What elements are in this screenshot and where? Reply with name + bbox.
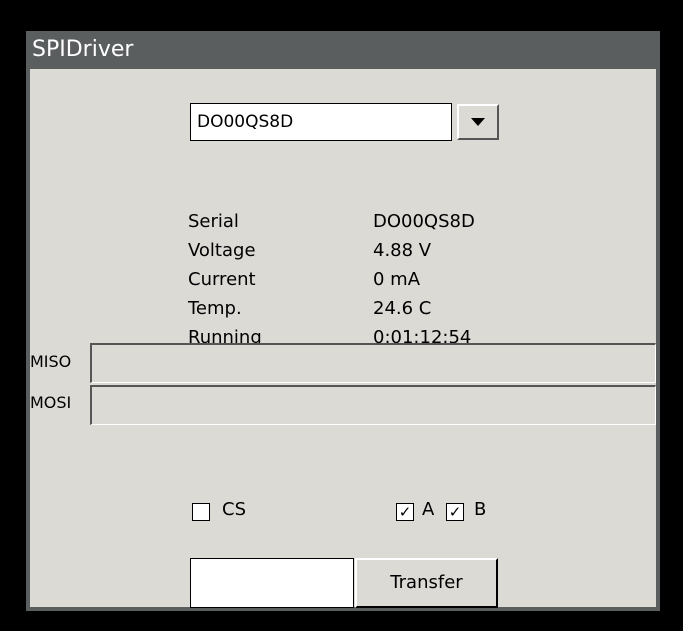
transfer-input[interactable] [190, 558, 354, 608]
transfer-button[interactable]: Transfer [355, 558, 498, 608]
voltage-value: 4.88 V [373, 240, 432, 261]
voltage-label: Voltage [188, 240, 256, 261]
window-titlebar[interactable]: SPIDriver [26, 31, 660, 69]
device-select-value[interactable]: DO00QS8D [190, 103, 452, 141]
a-checkbox[interactable]: ✓ [396, 503, 414, 521]
device-combobox[interactable]: DO00QS8D [190, 103, 500, 141]
cs-checkbox[interactable] [192, 503, 210, 521]
serial-value: DO00QS8D [373, 211, 475, 232]
b-label: B [474, 499, 487, 520]
triangle-down-icon [471, 118, 485, 126]
info-labels: Serial Voltage Current Temp. Running [188, 207, 262, 352]
window-client-area: DO00QS8D Serial Voltage Current Temp. Ru… [30, 69, 656, 608]
mosi-field[interactable] [90, 385, 656, 425]
info-values: DO00QS8D 4.88 V 0 mA 24.6 C 0:01:12:54 [373, 207, 475, 352]
serial-label: Serial [188, 211, 239, 232]
cs-label: CS [222, 499, 246, 520]
a-label: A [422, 499, 435, 520]
current-value: 0 mA [373, 269, 421, 290]
temp-value: 24.6 C [373, 298, 432, 319]
mosi-label: MOSI [30, 393, 72, 412]
b-checkbox[interactable]: ✓ [446, 503, 464, 521]
miso-field[interactable] [90, 343, 656, 383]
miso-label: MISO [30, 352, 72, 371]
temp-label: Temp. [188, 298, 242, 319]
app-window: SPIDriver DO00QS8D Serial Voltage Curren… [26, 31, 660, 611]
current-label: Current [188, 269, 256, 290]
dropdown-button[interactable] [457, 104, 499, 140]
